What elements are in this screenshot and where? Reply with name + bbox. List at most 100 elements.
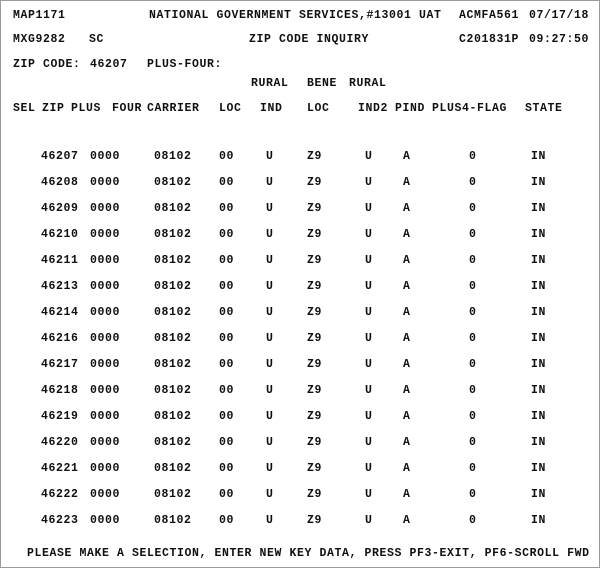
table-row[interactable]: 46221 0000 08102 00 U Z9 U A 0 IN: [1, 456, 599, 482]
cell-rural-ind: U: [266, 202, 274, 215]
table-row[interactable]: 46220 0000 08102 00 U Z9 U A 0 IN: [1, 430, 599, 456]
cell-plus: 0000: [90, 514, 121, 527]
table-row[interactable]: 46210 0000 08102 00 U Z9 U A 0 IN: [1, 222, 599, 248]
cell-loc: 00: [219, 306, 235, 319]
cell-state: IN: [531, 384, 547, 397]
cell-plus: 0000: [90, 306, 121, 319]
cell-pind: A: [403, 254, 411, 267]
cell-plus4-flag: 0: [469, 332, 477, 345]
cell-state: IN: [531, 358, 547, 371]
cell-zip: 46223: [41, 514, 79, 527]
cell-loc: 00: [219, 488, 235, 501]
cell-plus4-flag: 0: [469, 176, 477, 189]
table-row[interactable]: 46213 0000 08102 00 U Z9 U A 0 IN: [1, 274, 599, 300]
cell-rural-ind2: U: [365, 358, 373, 371]
cell-state: IN: [531, 436, 547, 449]
cell-loc: 00: [219, 176, 235, 189]
table-row[interactable]: 46214 0000 08102 00 U Z9 U A 0 IN: [1, 300, 599, 326]
column-header-carrier: CARRIER: [147, 102, 200, 115]
map-id: MAP1171: [13, 9, 66, 22]
cell-zip: 46222: [41, 488, 79, 501]
cell-pind: A: [403, 332, 411, 345]
cell-loc: 00: [219, 280, 235, 293]
cell-state: IN: [531, 514, 547, 527]
table-row[interactable]: 46211 0000 08102 00 U Z9 U A 0 IN: [1, 248, 599, 274]
cell-zip: 46211: [41, 254, 79, 267]
column-header-rural-ind: IND: [260, 102, 283, 115]
cell-carrier: 08102: [154, 306, 192, 319]
cell-plus4-flag: 0: [469, 462, 477, 475]
cell-rural-ind: U: [266, 410, 274, 423]
organization-title: NATIONAL GOVERNMENT SERVICES,#13001 UAT: [149, 9, 442, 22]
cell-loc: 00: [219, 332, 235, 345]
table-row[interactable]: 46222 0000 08102 00 U Z9 U A 0 IN: [1, 482, 599, 508]
cell-plus4-flag: 0: [469, 254, 477, 267]
page-title: ZIP CODE INQUIRY: [249, 33, 370, 46]
cell-rural-ind2: U: [365, 332, 373, 345]
cell-plus: 0000: [90, 384, 121, 397]
cell-zip: 46207: [41, 150, 79, 163]
cell-plus: 0000: [90, 202, 121, 215]
cell-pind: A: [403, 306, 411, 319]
zip-code-label: ZIP CODE:: [13, 58, 81, 71]
cell-loc: 00: [219, 202, 235, 215]
cell-pind: A: [403, 488, 411, 501]
cell-carrier: 08102: [154, 488, 192, 501]
cell-state: IN: [531, 332, 547, 345]
cell-bene-loc: Z9: [307, 150, 323, 163]
cell-bene-loc: Z9: [307, 436, 323, 449]
cell-plus: 0000: [90, 280, 121, 293]
cell-state: IN: [531, 306, 547, 319]
cell-plus: 0000: [90, 410, 121, 423]
table-row[interactable]: 46209 0000 08102 00 U Z9 U A 0 IN: [1, 196, 599, 222]
zip-code-input[interactable]: 46207: [90, 58, 128, 71]
cell-state: IN: [531, 410, 547, 423]
cell-loc: 00: [219, 514, 235, 527]
cell-bene-loc: Z9: [307, 176, 323, 189]
cell-plus4-flag: 0: [469, 150, 477, 163]
cell-rural-ind: U: [266, 176, 274, 189]
cell-rural-ind: U: [266, 436, 274, 449]
cell-plus: 0000: [90, 488, 121, 501]
cell-zip: 46216: [41, 332, 79, 345]
cell-plus4-flag: 0: [469, 202, 477, 215]
table-row[interactable]: 46207 0000 08102 00 U Z9 U A 0 IN: [1, 144, 599, 170]
program-id: ACMFA561: [459, 9, 520, 22]
column-header-sel: SEL: [13, 102, 36, 115]
cell-zip: 46221: [41, 462, 79, 475]
table-row[interactable]: 46223 0000 08102 00 U Z9 U A 0 IN: [1, 508, 599, 534]
cell-plus4-flag: 0: [469, 488, 477, 501]
table-row[interactable]: 46208 0000 08102 00 U Z9 U A 0 IN: [1, 170, 599, 196]
cell-rural-ind2: U: [365, 150, 373, 163]
table-row[interactable]: 46219 0000 08102 00 U Z9 U A 0 IN: [1, 404, 599, 430]
column-header-zip: ZIP: [42, 102, 65, 115]
cell-plus4-flag: 0: [469, 384, 477, 397]
cell-plus4-flag: 0: [469, 228, 477, 241]
table-row[interactable]: 46217 0000 08102 00 U Z9 U A 0 IN: [1, 352, 599, 378]
cell-zip: 46219: [41, 410, 79, 423]
cell-plus4-flag: 0: [469, 410, 477, 423]
cell-zip: 46214: [41, 306, 79, 319]
cell-rural-ind: U: [266, 332, 274, 345]
transaction-id: MXG9282: [13, 33, 66, 46]
cell-rural-ind2: U: [365, 384, 373, 397]
table-row[interactable]: 46216 0000 08102 00 U Z9 U A 0 IN: [1, 326, 599, 352]
cell-carrier: 08102: [154, 384, 192, 397]
cell-rural-ind2: U: [365, 176, 373, 189]
cell-bene-loc: Z9: [307, 254, 323, 267]
cell-state: IN: [531, 462, 547, 475]
column-header-state: STATE: [525, 102, 563, 115]
table-row[interactable]: 46218 0000 08102 00 U Z9 U A 0 IN: [1, 378, 599, 404]
cell-bene-loc: Z9: [307, 306, 323, 319]
region-code: SC: [89, 33, 105, 46]
cell-rural-ind: U: [266, 228, 274, 241]
cell-loc: 00: [219, 436, 235, 449]
cell-plus4-flag: 0: [469, 358, 477, 371]
cell-pind: A: [403, 358, 411, 371]
cell-zip: 46210: [41, 228, 79, 241]
column-header-four: FOUR: [112, 102, 143, 115]
cell-zip: 46208: [41, 176, 79, 189]
cell-bene-loc: Z9: [307, 280, 323, 293]
cell-state: IN: [531, 228, 547, 241]
cell-state: IN: [531, 176, 547, 189]
